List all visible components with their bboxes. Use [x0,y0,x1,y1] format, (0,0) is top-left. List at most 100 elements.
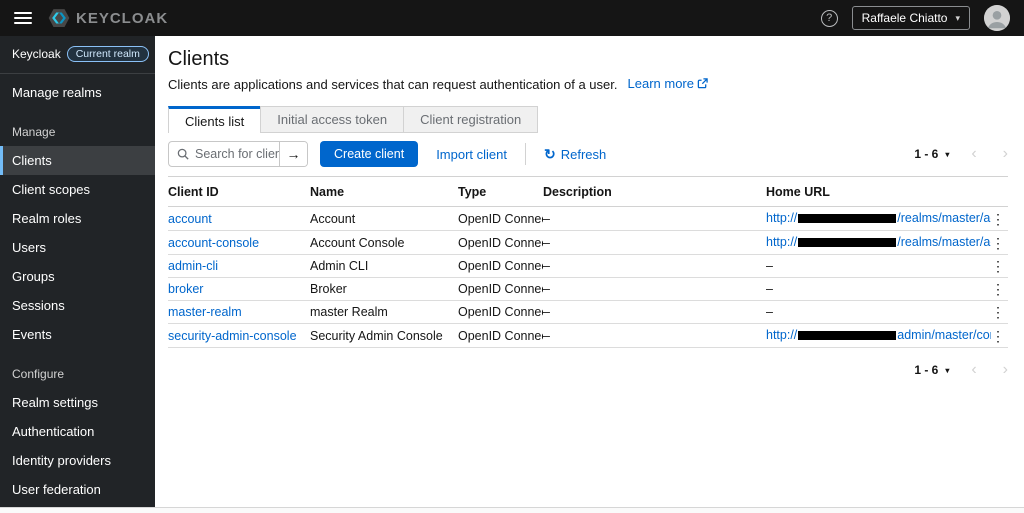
column-header-name: Name [310,177,458,207]
client-type-cell: OpenID Connect [458,206,543,231]
column-header-home-url: Home URL [766,177,991,207]
window-bottom-edge [0,507,1024,513]
client-type-cell: OpenID Connect [458,230,543,255]
sidebar-item-clients[interactable]: Clients [0,146,155,175]
column-header-client-id: Client ID [168,177,310,207]
chevron-down-icon: ▾ [945,149,950,159]
client-id-link[interactable]: admin-cli [168,259,218,273]
client-description-cell: – [543,300,766,324]
pagination-next-button[interactable]: › [1003,362,1008,378]
sidebar-item-client-scopes[interactable]: Client scopes [0,175,155,204]
client-name-cell: master Realm [310,300,458,324]
row-actions-kebab-icon[interactable]: ⋮ [991,323,1008,348]
client-description-cell: – [543,323,766,348]
client-type-cell: OpenID Connect [458,323,543,348]
row-actions-kebab-icon[interactable]: ⋮ [991,206,1008,231]
search-box: → [168,141,308,167]
help-icon[interactable]: ? [820,9,838,27]
current-realm-badge: Current realm [66,46,149,62]
client-name-cell: Broker [310,277,458,301]
pagination-next-button[interactable]: › [1003,146,1008,162]
sidebar-item-groups[interactable]: Groups [0,262,155,291]
client-name-cell: Account [310,206,458,231]
client-type-cell: OpenID Connect [458,254,543,278]
avatar[interactable] [984,5,1010,31]
sidebar-item-users[interactable]: Users [0,233,155,262]
client-description-cell: – [543,206,766,231]
client-id-link[interactable]: master-realm [168,305,242,319]
client-name-cell: Admin CLI [310,254,458,278]
sidebar-item-sessions[interactable]: Sessions [0,291,155,320]
refresh-icon: ↻ [544,146,556,162]
table-row: broker Broker OpenID Connect – – ⋮ [168,277,1008,301]
pagination-bottom: 1 - 6 ▾ ‹ › [168,362,1008,378]
client-description-cell: – [543,254,766,278]
row-actions-kebab-icon[interactable]: ⋮ [991,254,1008,278]
refresh-link[interactable]: ↻ Refresh [544,147,606,162]
external-link-icon [697,77,708,92]
tab-initial-access-token[interactable]: Initial access token [260,106,405,133]
row-actions-kebab-icon[interactable]: ⋮ [991,230,1008,255]
client-name-cell: Security Admin Console [310,323,458,348]
sidebar-section-configure: Configure [12,367,65,381]
client-description-cell: – [543,277,766,301]
sidebar-item-identity-providers[interactable]: Identity providers [0,446,155,475]
table-row: master-realm master Realm OpenID Connect… [168,300,1008,324]
column-header-description: Description [543,177,766,207]
pagination-prev-button[interactable]: ‹ [971,146,976,162]
sidebar: Keycloak Current realm Manage realms Man… [0,36,155,507]
redacted-url-segment [798,331,897,341]
sidebar-item-manage-realms[interactable]: Manage realms [0,78,155,107]
pagination-top: 1 - 6 ▾ ‹ › [914,146,1008,162]
client-description-cell: – [543,230,766,255]
row-actions-kebab-icon[interactable]: ⋮ [991,300,1008,324]
pagination-range-dropdown[interactable]: 1 - 6 ▾ [914,363,949,377]
pagination-prev-button[interactable]: ‹ [971,362,976,378]
sidebar-item-realm-roles[interactable]: Realm roles [0,204,155,233]
clients-table: Client ID Name Type Description Home URL… [168,177,1008,348]
search-submit-button[interactable]: → [279,142,307,166]
sidebar-item-user-federation[interactable]: User federation [0,475,155,504]
chevron-down-icon: ▾ [955,12,960,23]
home-url-link[interactable]: http:///realms/master/account/ [766,211,991,225]
realm-switcher[interactable]: Keycloak Current realm [0,36,155,74]
home-url-link[interactable]: http:///realms/master/account/ [766,235,991,249]
pagination-range-dropdown[interactable]: 1 - 6 ▾ [914,147,949,161]
sidebar-section-manage: Manage [12,125,56,139]
realm-name: Keycloak [12,47,61,61]
redacted-url-segment [798,238,897,248]
client-id-link[interactable]: account [168,212,212,226]
table-row: admin-cli Admin CLI OpenID Connect – – ⋮ [168,254,1008,278]
main-content: Clients Clients are applications and ser… [155,36,1024,507]
client-type-cell: OpenID Connect [458,300,543,324]
learn-more-link[interactable]: Learn more [628,76,708,92]
home-url-cell: – [766,254,991,278]
page-title: Clients [168,48,230,70]
sidebar-item-events[interactable]: Events [0,320,155,349]
hamburger-menu-icon[interactable] [14,12,32,24]
column-header-actions [991,177,1008,207]
chevron-down-icon: ▾ [945,365,950,375]
client-id-link[interactable]: account-console [168,236,259,250]
home-url-link[interactable]: http://admin/master/console/ [766,328,991,342]
tab-clients-list[interactable]: Clients list [168,106,262,133]
sidebar-item-authentication[interactable]: Authentication [0,417,155,446]
user-menu-button[interactable]: Raffaele Chiatto ▾ [851,6,970,30]
client-id-link[interactable]: broker [168,282,203,296]
search-input[interactable] [195,147,279,161]
table-row: security-admin-console Security Admin Co… [168,323,1008,348]
row-actions-kebab-icon[interactable]: ⋮ [991,277,1008,301]
keycloak-logo[interactable]: KEYCLOAK [48,7,168,29]
create-client-button[interactable]: Create client [320,141,419,167]
table-row: account Account OpenID Connect – http://… [168,206,1008,231]
sidebar-item-realm-settings[interactable]: Realm settings [0,388,155,417]
import-client-link[interactable]: Import client [436,147,507,162]
home-url-cell: – [766,277,991,301]
tab-client-registration[interactable]: Client registration [403,106,539,133]
client-id-link[interactable]: security-admin-console [168,329,297,343]
keycloak-logo-icon [48,7,70,29]
user-name: Raffaele Chiatto [861,11,948,25]
client-name-cell: Account Console [310,230,458,255]
page-subtitle: Clients are applications and services th… [168,76,618,92]
home-url-cell: – [766,300,991,324]
